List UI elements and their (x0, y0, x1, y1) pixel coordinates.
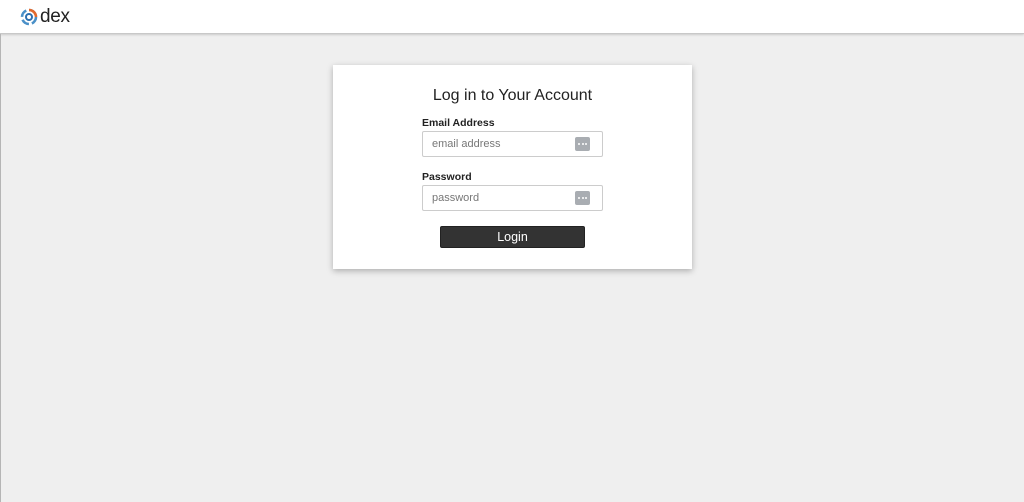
email-input[interactable] (423, 132, 573, 156)
logo-text: dex (40, 6, 70, 27)
email-label: Email Address (422, 117, 495, 129)
password-input[interactable] (423, 186, 573, 210)
password-label: Password (422, 171, 472, 183)
dex-logo-icon (20, 8, 38, 26)
password-manager-dots-icon[interactable] (575, 137, 590, 151)
email-field-wrapper (422, 131, 603, 157)
login-card: Log in to Your Account Email Address Pas… (333, 65, 692, 269)
password-manager-dots-icon[interactable] (575, 191, 590, 205)
dex-logo[interactable]: dex (20, 6, 70, 28)
page-title: Log in to Your Account (432, 87, 593, 104)
login-button[interactable]: Login (440, 226, 585, 248)
top-bar: dex (0, 0, 1024, 34)
password-field-wrapper (422, 185, 603, 211)
window-left-edge (0, 34, 1, 502)
